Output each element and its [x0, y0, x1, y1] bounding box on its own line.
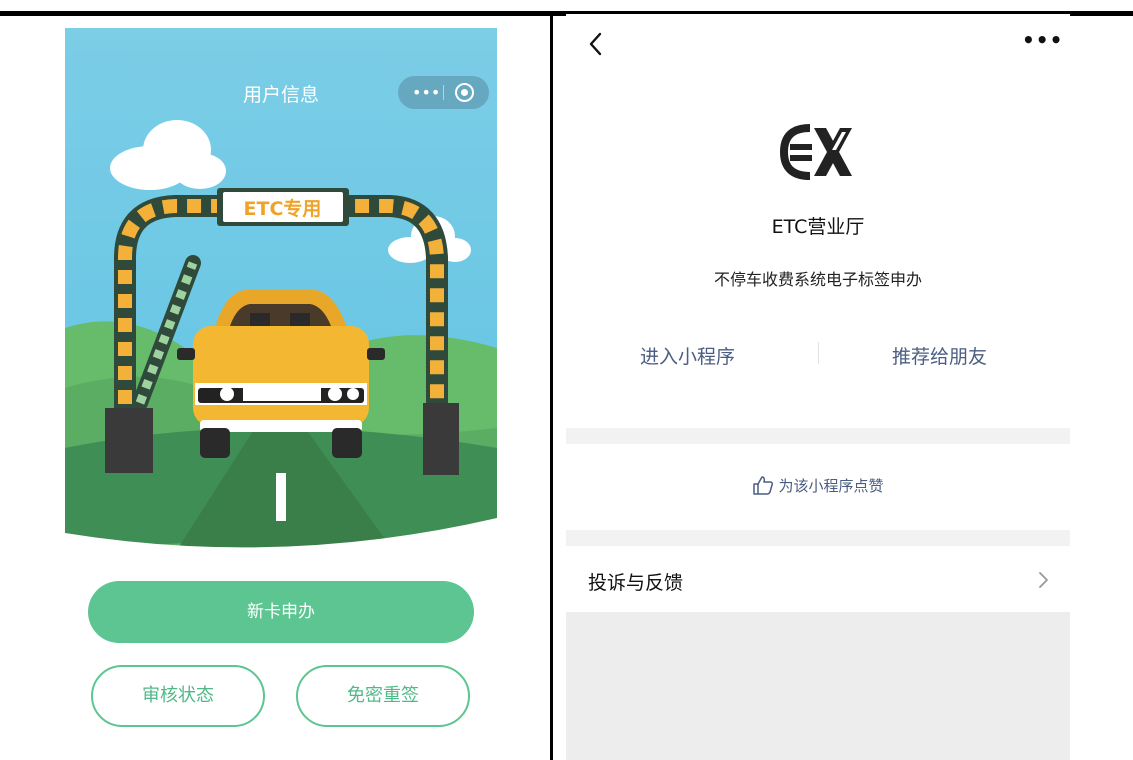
like-mini-program-button[interactable]: 为该小程序点赞 — [566, 474, 1070, 496]
empty-area — [566, 612, 1070, 760]
app-description: 不停车收费系统电子标签申办 — [713, 270, 922, 289]
chevron-left-icon[interactable] — [586, 30, 604, 58]
like-label: 为该小程序点赞 — [778, 477, 884, 495]
target-close-icon[interactable] — [455, 83, 474, 102]
feedback-label: 投诉与反馈 — [588, 572, 684, 594]
mini-program-capsule: ••• — [398, 76, 489, 109]
etc-logo-icon — [780, 124, 852, 180]
more-dots-icon[interactable]: ••• — [412, 78, 440, 107]
action-separator — [818, 342, 819, 364]
complaint-feedback-row[interactable]: 投诉与反馈 — [566, 546, 1070, 612]
etc-sign-label: ETC专用 — [243, 198, 322, 220]
right-screenshot: ••• ETC营业厅 不停车收费系统电子标签申办 进入小程序 推荐给朋友 为该小… — [566, 14, 1070, 760]
section-gap — [566, 530, 1070, 546]
capsule-separator — [443, 85, 444, 100]
section-gap — [566, 428, 1070, 444]
more-dots-icon[interactable]: ••• — [1022, 28, 1062, 56]
left-screenshot: 用户信息 ••• ETC专用 新卡申办 审核状态 免密重签 — [65, 28, 497, 760]
enter-mini-program-link[interactable]: 进入小程序 — [640, 342, 735, 369]
panel-divider — [550, 14, 553, 760]
chevron-right-icon — [1039, 572, 1048, 588]
review-status-button[interactable]: 审核状态 — [91, 665, 265, 727]
app-name: ETC营业厅 — [771, 216, 865, 238]
thumbs-up-icon — [753, 476, 774, 495]
password-free-resign-button[interactable]: 免密重签 — [296, 665, 470, 727]
new-card-apply-button[interactable]: 新卡申办 — [88, 581, 474, 643]
recommend-to-friend-link[interactable]: 推荐给朋友 — [892, 342, 987, 369]
